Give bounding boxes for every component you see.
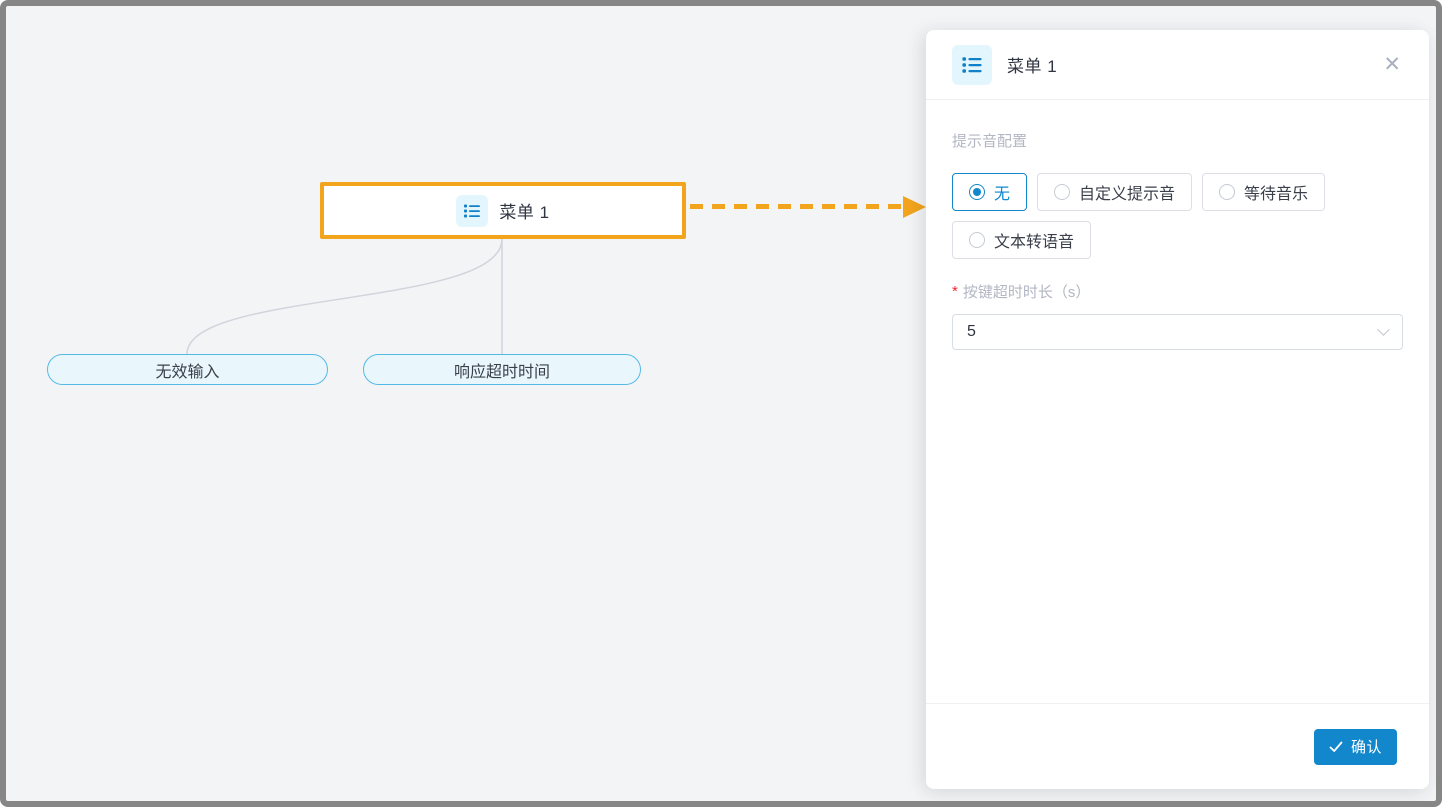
panel-footer: 确认	[926, 703, 1429, 789]
list-icon	[456, 195, 488, 227]
radio-option-label: 自定义提示音	[1079, 180, 1175, 204]
close-icon[interactable]: ✕	[1381, 52, 1403, 77]
radio-icon	[969, 232, 985, 248]
key-timeout-label: * 按键超时时长（s）	[952, 281, 1403, 302]
branch-node-response-timeout[interactable]: 响应超时时间	[363, 354, 641, 385]
confirm-button[interactable]: 确认	[1314, 729, 1397, 765]
key-timeout-label-text: 按键超时时长（s）	[963, 281, 1091, 302]
branch-label: 无效输入	[155, 358, 219, 382]
selection-arrow-line	[690, 204, 904, 209]
radio-option-wait-music[interactable]: 等待音乐	[1202, 173, 1325, 211]
branch-node-invalid-input[interactable]: 无效输入	[47, 354, 328, 385]
check-icon	[1329, 741, 1343, 753]
key-timeout-select[interactable]: 5	[952, 314, 1403, 350]
list-icon	[952, 45, 992, 85]
key-timeout-value: 5	[967, 323, 976, 341]
radio-option-label: 文本转语音	[994, 228, 1074, 252]
radio-option-none[interactable]: 无	[952, 173, 1027, 211]
prompt-tone-radio-group: 无 自定义提示音 等待音乐 文本转语音	[952, 173, 1403, 259]
confirm-button-label: 确认	[1351, 736, 1382, 757]
menu-node-label: 菜单 1	[499, 198, 549, 223]
radio-icon	[1054, 184, 1070, 200]
panel-body: 提示音配置 无 自定义提示音 等待音乐 文本转语音	[926, 100, 1429, 703]
panel-title: 菜单 1	[1007, 52, 1057, 77]
radio-option-label: 等待音乐	[1244, 180, 1308, 204]
menu-node[interactable]: 菜单 1	[320, 182, 686, 239]
radio-option-text-to-speech[interactable]: 文本转语音	[952, 221, 1091, 259]
selection-arrow-head	[903, 196, 926, 218]
node-config-panel: 菜单 1 ✕ 提示音配置 无 自定义提示音 等待音乐	[926, 30, 1429, 789]
radio-icon	[1219, 184, 1235, 200]
panel-header: 菜单 1 ✕	[926, 30, 1429, 100]
radio-icon	[969, 184, 985, 200]
prompt-tone-section-label: 提示音配置	[952, 130, 1403, 151]
required-asterisk: *	[952, 283, 958, 300]
radio-option-label: 无	[994, 180, 1010, 204]
app-window: 菜单 1 无效输入 响应超时时间 菜单 1	[0, 0, 1442, 807]
branch-label: 响应超时时间	[454, 358, 550, 382]
radio-option-custom-tone[interactable]: 自定义提示音	[1037, 173, 1192, 211]
chevron-down-icon	[1377, 323, 1390, 336]
